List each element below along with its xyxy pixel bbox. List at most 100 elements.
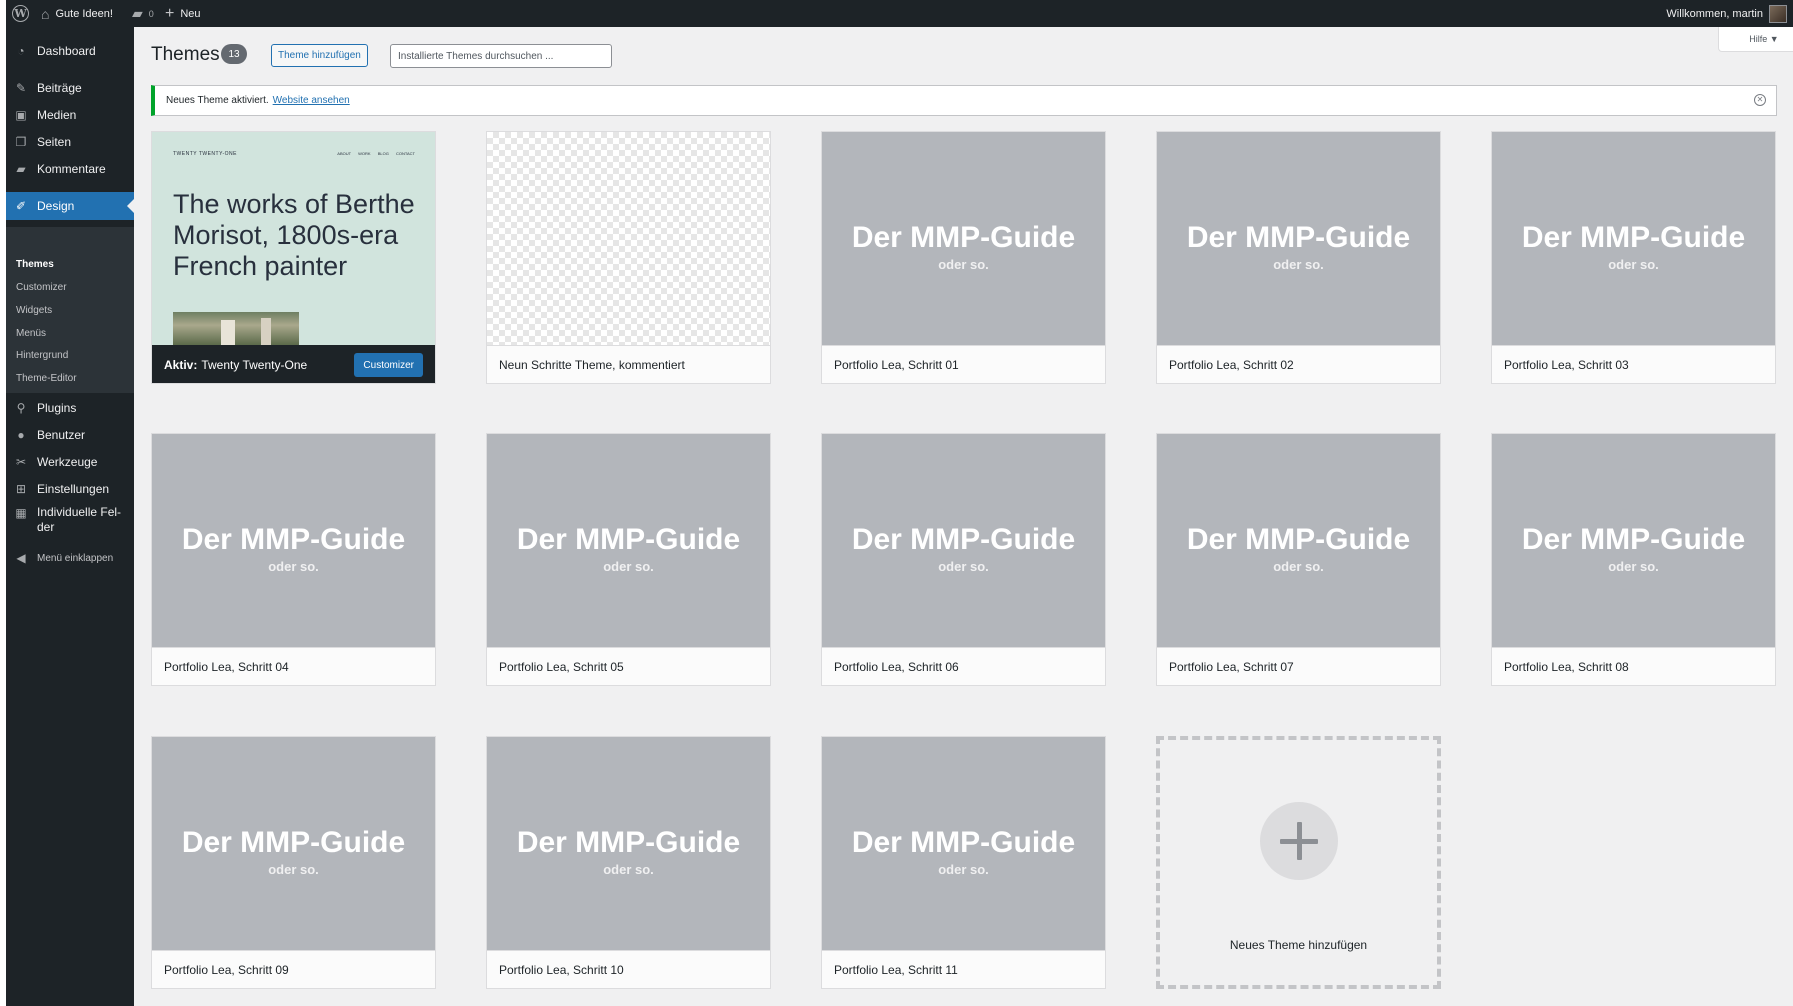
- screenshot-title: Der MMP-Guide: [1186, 523, 1411, 556]
- menu-posts[interactable]: ✎ Beiträge: [6, 74, 134, 102]
- customize-button[interactable]: Customizer: [354, 353, 423, 377]
- menu-label: Benutzer: [37, 428, 86, 442]
- submenu-widgets[interactable]: Widgets: [16, 305, 52, 316]
- theme-name: Portfolio Lea, Schritt 06: [822, 647, 1105, 685]
- wordpress-logo-menu[interactable]: W: [12, 0, 29, 27]
- site-name: Gute Ideen!: [55, 7, 113, 20]
- dashboard-icon: ◔: [17, 44, 25, 58]
- menu-comments[interactable]: ▰ Kommentare: [6, 155, 134, 183]
- preview-brand: TWENTY TWENTY-ONE: [173, 151, 237, 157]
- comments-count: 0: [148, 8, 154, 19]
- theme-card[interactable]: Der MMP-Guide oder so. Portfolio Lea, Sc…: [821, 433, 1106, 686]
- submenu-menus[interactable]: Menüs: [16, 328, 46, 339]
- user-icon: ●: [17, 428, 25, 442]
- menu-label-line2: der: [37, 520, 55, 534]
- submenu-customizer[interactable]: Customizer: [16, 282, 67, 293]
- settings-icon: ⊞: [15, 482, 27, 496]
- plugin-icon: ⚲: [16, 401, 26, 415]
- admin-sidebar: ◔ Dashboard ✎ Beiträge ▣ Medien ❐ Seiten…: [6, 27, 134, 1006]
- theme-name: Neun Schritte Theme, kommentiert: [487, 345, 770, 383]
- theme-card[interactable]: Der MMP-Guide oder so. Portfolio Lea, Sc…: [1156, 131, 1441, 384]
- theme-screenshot: Der MMP-Guide oder so.: [1492, 132, 1775, 345]
- theme-card[interactable]: Der MMP-Guide oder so. Portfolio Lea, Sc…: [486, 433, 771, 686]
- home-icon: ⌂: [41, 5, 50, 22]
- pushpin-icon: ✎: [15, 81, 27, 95]
- main-content: Hilfe ▼ Themes 13 Theme hinzufügen Neues…: [134, 27, 1793, 1006]
- screenshot-title: Der MMP-Guide: [1521, 523, 1746, 556]
- menu-media[interactable]: ▣ Medien: [6, 101, 134, 129]
- menu-label: Menü einklappen: [37, 552, 114, 564]
- submenu-themes[interactable]: Themes: [16, 259, 54, 270]
- screenshot-title: Der MMP-Guide: [181, 826, 406, 859]
- comment-icon: ▰: [16, 162, 26, 176]
- theme-card[interactable]: Der MMP-Guide oder so. Portfolio Lea, Sc…: [821, 736, 1106, 989]
- theme-screenshot: Der MMP-Guide oder so.: [152, 434, 435, 647]
- menu-custom-fields[interactable]: ▦ Individuelle Fel- der: [6, 503, 134, 539]
- menu-users[interactable]: ● Benutzer: [6, 421, 134, 449]
- submenu-background[interactable]: Hintergrund: [16, 350, 68, 361]
- theme-screenshot: Der MMP-Guide oder so.: [1157, 132, 1440, 345]
- add-new-theme-label: Neues Theme hinzufügen: [1229, 938, 1368, 952]
- help-tab-button[interactable]: Hilfe ▼: [1718, 27, 1793, 52]
- collapse-arrow-icon: ◀: [16, 551, 26, 565]
- add-theme-button[interactable]: Theme hinzufügen: [271, 44, 368, 67]
- theme-name: Portfolio Lea, Schritt 08: [1492, 647, 1775, 685]
- comments-link[interactable]: ▰ 0: [132, 0, 154, 27]
- menu-label: Beiträge: [37, 81, 82, 95]
- theme-name: Portfolio Lea, Schritt 09: [152, 950, 435, 988]
- menu-tools[interactable]: ✂ Werkzeuge: [6, 448, 134, 476]
- theme-card[interactable]: Der MMP-Guide oder so. Portfolio Lea, Sc…: [1491, 433, 1776, 686]
- menu-pages[interactable]: ❐ Seiten: [6, 128, 134, 156]
- view-site-link[interactable]: Website ansehen: [273, 95, 350, 106]
- theme-card[interactable]: Der MMP-Guide oder so. Portfolio Lea, Sc…: [151, 736, 436, 989]
- theme-card[interactable]: Der MMP-Guide oder so. Portfolio Lea, Sc…: [151, 433, 436, 686]
- theme-card[interactable]: Neun Schritte Theme, kommentiert: [486, 131, 771, 384]
- preview-nav-item: WORK: [358, 151, 371, 156]
- grid-icon: ▦: [15, 506, 27, 520]
- screenshot-title: Der MMP-Guide: [516, 826, 741, 859]
- theme-card[interactable]: Der MMP-Guide oder so. Portfolio Lea, Sc…: [1491, 131, 1776, 384]
- add-new-theme-card[interactable]: Neues Theme hinzufügen: [1156, 736, 1441, 989]
- screenshot-subtitle: oder so.: [268, 862, 319, 877]
- screenshot-title: Der MMP-Guide: [851, 221, 1076, 254]
- screenshot-subtitle: oder so.: [268, 559, 319, 574]
- theme-screenshot-placeholder: [487, 132, 770, 345]
- theme-search-input[interactable]: [390, 44, 612, 68]
- screenshot-title: Der MMP-Guide: [516, 523, 741, 556]
- screenshot-subtitle: oder so.: [938, 559, 989, 574]
- screenshot-subtitle: oder so.: [1273, 257, 1324, 272]
- comment-bubble-icon: ▰: [132, 5, 143, 21]
- screenshot-title: Der MMP-Guide: [181, 523, 406, 556]
- new-label: Neu: [180, 7, 201, 20]
- menu-label: Individuelle Fel- der: [37, 503, 121, 535]
- my-account-menu[interactable]: Willkommen, martin: [1666, 0, 1787, 27]
- preview-nav-item: BLOG: [377, 151, 389, 156]
- menu-plugins[interactable]: ⚲ Plugins: [6, 394, 134, 422]
- theme-screenshot: Der MMP-Guide oder so.: [822, 434, 1105, 647]
- menu-collapse[interactable]: ◀ Menü einklappen: [6, 544, 134, 572]
- theme-card[interactable]: Der MMP-Guide oder so. Portfolio Lea, Sc…: [821, 131, 1106, 384]
- menu-design[interactable]: ✐ Design: [6, 192, 134, 220]
- theme-screenshot: Der MMP-Guide oder so.: [152, 737, 435, 950]
- menu-dashboard[interactable]: ◔ Dashboard: [6, 37, 134, 65]
- theme-card[interactable]: Der MMP-Guide oder so. Portfolio Lea, Sc…: [1156, 433, 1441, 686]
- menu-label: Plugins: [37, 401, 77, 415]
- site-name-link[interactable]: ⌂ Gute Ideen!: [41, 0, 113, 27]
- screenshot-subtitle: oder so.: [603, 862, 654, 877]
- preview-nav-item: CONTACT: [395, 151, 415, 156]
- submenu-theme-editor[interactable]: Theme-Editor: [16, 373, 77, 384]
- theme-name: Portfolio Lea, Schritt 02: [1157, 345, 1440, 383]
- media-icon: ▣: [15, 108, 27, 122]
- theme-screenshot: Der MMP-Guide oder so.: [1157, 434, 1440, 647]
- preview-headline: The works of Berthe Morisot, 1800s-era F…: [173, 189, 415, 281]
- theme-card[interactable]: Der MMP-Guide oder so. Portfolio Lea, Sc…: [486, 736, 771, 989]
- wrench-icon: ✂: [15, 455, 27, 469]
- dismiss-notice-icon[interactable]: ✕: [1754, 94, 1766, 106]
- preview-nav: ABOUT WORK BLOG CONTACT: [331, 151, 415, 156]
- menu-settings[interactable]: ⊞ Einstellungen: [6, 475, 134, 503]
- theme-screenshot: Der MMP-Guide oder so.: [487, 434, 770, 647]
- menu-label: Kommentare: [37, 162, 106, 176]
- theme-card-active[interactable]: TWENTY TWENTY-ONE ABOUT WORK BLOG CONTAC…: [151, 131, 436, 384]
- new-content-menu[interactable]: + Neu: [165, 0, 201, 27]
- menu-label: Einstellungen: [37, 482, 110, 496]
